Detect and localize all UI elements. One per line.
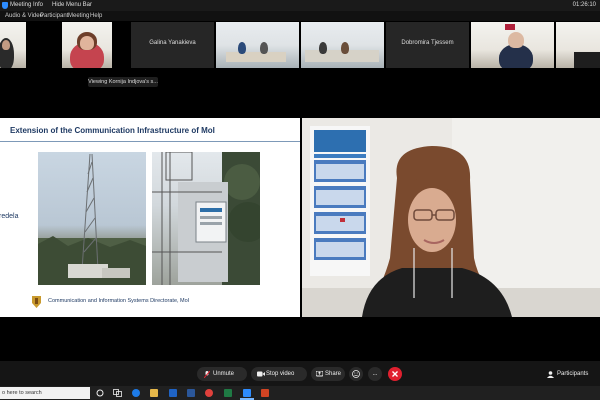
- task-view-icon[interactable]: [113, 389, 122, 397]
- participant-figure: [341, 42, 349, 54]
- menu-meeting[interactable]: Meeting: [68, 11, 89, 21]
- share-screen-icon: [316, 371, 323, 377]
- microphone-muted-icon: [204, 371, 210, 378]
- participants-button[interactable]: Participants: [542, 367, 596, 381]
- participant-face: [80, 36, 94, 50]
- smiley-icon: [352, 370, 360, 378]
- slide-footer: Communication and Information Systems Di…: [48, 298, 190, 304]
- meeting-clock: 01:26:10: [572, 2, 596, 8]
- slide-title: Extension of the Communication Infrastru…: [10, 126, 215, 135]
- powerpoint-icon[interactable]: [261, 389, 269, 397]
- hide-menu-bar-button[interactable]: Hide Menu Bar: [52, 0, 92, 11]
- participant-video-thumb[interactable]: [556, 22, 600, 68]
- share-label: Share: [325, 371, 342, 377]
- more-options-label: ...: [372, 371, 378, 377]
- chrome-icon[interactable]: [205, 389, 213, 397]
- zoom-icon[interactable]: [243, 389, 251, 397]
- video-camera-icon: [257, 371, 265, 377]
- participant-video-thumb[interactable]: [471, 22, 554, 68]
- unmute-label: Unmute: [213, 371, 235, 377]
- participant-figure: [319, 42, 327, 54]
- meeting-info-button[interactable]: Meeting Info: [10, 0, 43, 11]
- unmute-button[interactable]: Unmute: [197, 367, 247, 381]
- outlook-icon[interactable]: [169, 389, 177, 397]
- slide-side-text: redela: [0, 213, 19, 220]
- more-options-button[interactable]: ...: [368, 367, 382, 381]
- wall-flag: [505, 24, 515, 30]
- participant-video-thumb[interactable]: [216, 22, 299, 68]
- participant-face: [2, 40, 10, 50]
- conference-table: [226, 52, 286, 62]
- reactions-button[interactable]: [349, 367, 363, 381]
- participant-video-thumb[interactable]: [301, 22, 384, 68]
- participant-video-thumb[interactable]: [62, 22, 112, 68]
- menu-help[interactable]: Help: [90, 11, 102, 21]
- participants-label: Participants: [557, 371, 589, 377]
- cortana-icon[interactable]: [96, 389, 104, 397]
- participant-figure: [260, 42, 268, 54]
- edge-browser-icon[interactable]: [132, 389, 140, 397]
- menu-audio-video[interactable]: Audio & Video: [5, 11, 43, 21]
- windows-taskbar: o here to search: [0, 386, 600, 400]
- meeting-controls-bar: Unmute Stop video Share ... Participants: [0, 361, 600, 386]
- slide-divider: [0, 141, 300, 142]
- menu-bar: Audio & Video Participant Meeting Help: [0, 11, 600, 21]
- equipment-cabinet-photo: [152, 152, 260, 285]
- close-icon: [392, 371, 398, 377]
- end-meeting-button[interactable]: [388, 367, 402, 381]
- stop-video-button[interactable]: Stop video: [251, 367, 307, 381]
- shield-icon: [2, 2, 8, 9]
- moi-logo-icon: [32, 295, 41, 308]
- menu-participant[interactable]: Participant: [40, 11, 68, 21]
- active-speaker-video[interactable]: [302, 118, 600, 317]
- word-icon[interactable]: [187, 389, 195, 397]
- viewing-share-label[interactable]: Viewing Kornija Indjova's s...: [88, 77, 158, 87]
- participant-name-tile[interactable]: Galina Yanakieva: [131, 22, 214, 68]
- taskbar-search-box[interactable]: o here to search: [0, 387, 90, 399]
- participant-figure: [238, 42, 246, 54]
- participant-name: Dobromira Tjessem: [401, 40, 454, 46]
- person-icon: [547, 371, 554, 378]
- window-title-bar: Meeting Info Hide Menu Bar 01:26:10: [0, 0, 600, 11]
- share-button[interactable]: Share: [311, 367, 345, 381]
- participant-face: [508, 32, 524, 48]
- stop-video-label: Stop video: [266, 371, 295, 377]
- antenna-tower-photo: [38, 152, 146, 285]
- participant-name-tile[interactable]: Dobromira Tjessem: [386, 22, 469, 68]
- file-explorer-icon[interactable]: [150, 389, 158, 397]
- participant-video-thumb[interactable]: [0, 22, 26, 68]
- shared-screen-slide: Extension of the Communication Infrastru…: [0, 118, 300, 317]
- office-chair: [574, 52, 600, 68]
- participant-name: Galina Yanakieva: [149, 40, 196, 46]
- excel-icon[interactable]: [224, 389, 232, 397]
